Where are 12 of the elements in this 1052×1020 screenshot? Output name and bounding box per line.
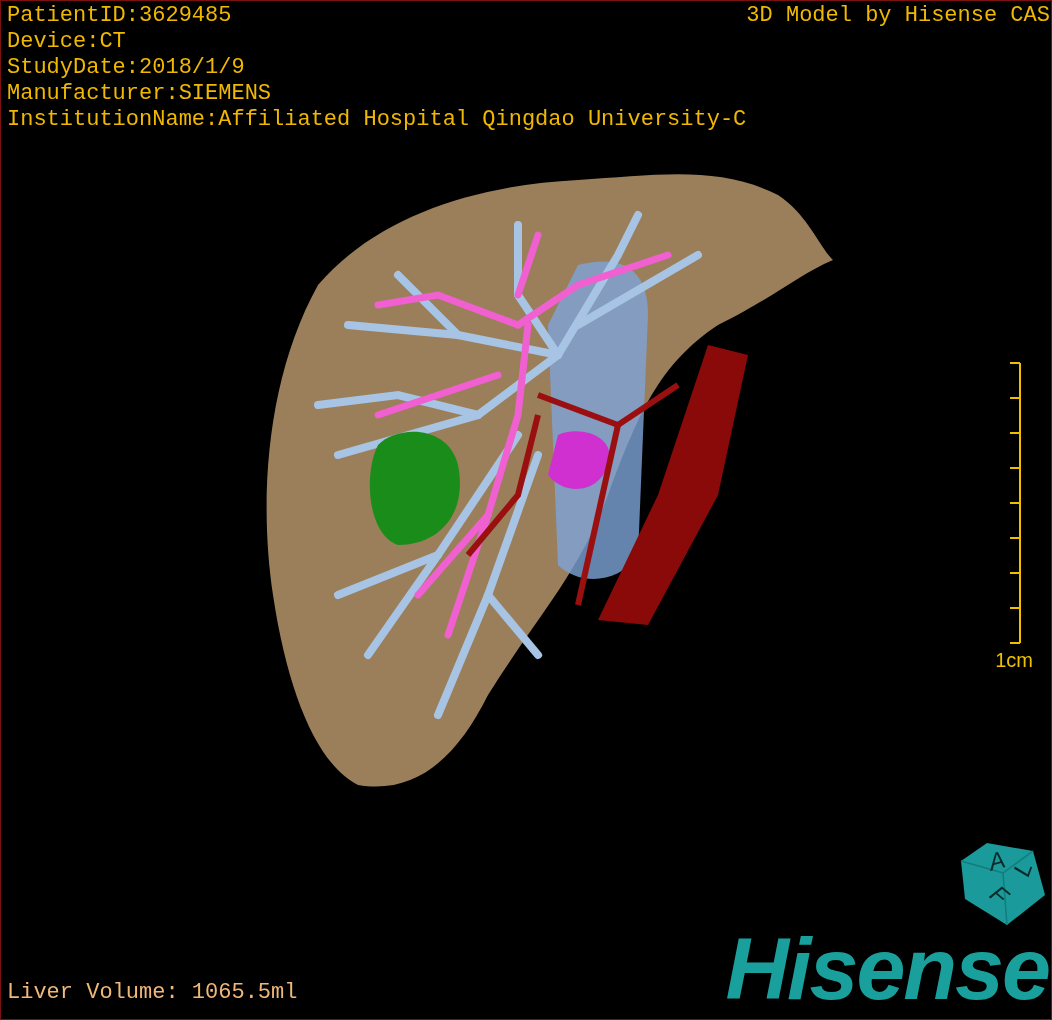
liver-volume: Liver Volume: 1065.5ml — [7, 980, 298, 1007]
patient-info-line: PatientID:3629485 — [7, 3, 233, 29]
cube-letter: A — [985, 845, 1009, 876]
model-credit: 3D Model by Hisense CAS — [746, 3, 1051, 30]
patient-info-line: StudyDate:2018/1/9 — [7, 55, 246, 81]
cube-letter: F — [985, 879, 1014, 910]
patient-info-line: Device:CT — [7, 29, 127, 55]
logo-wordmark: Hisense — [725, 929, 1049, 1009]
patient-info-line: InstitutionName:Affiliated Hospital Qingdao University-C — [7, 107, 747, 133]
cube-letter: L — [1007, 857, 1038, 880]
patient-info-line: Manufacturer:SIEMENS — [7, 81, 273, 107]
scale-label: 1cm — [995, 648, 1033, 672]
